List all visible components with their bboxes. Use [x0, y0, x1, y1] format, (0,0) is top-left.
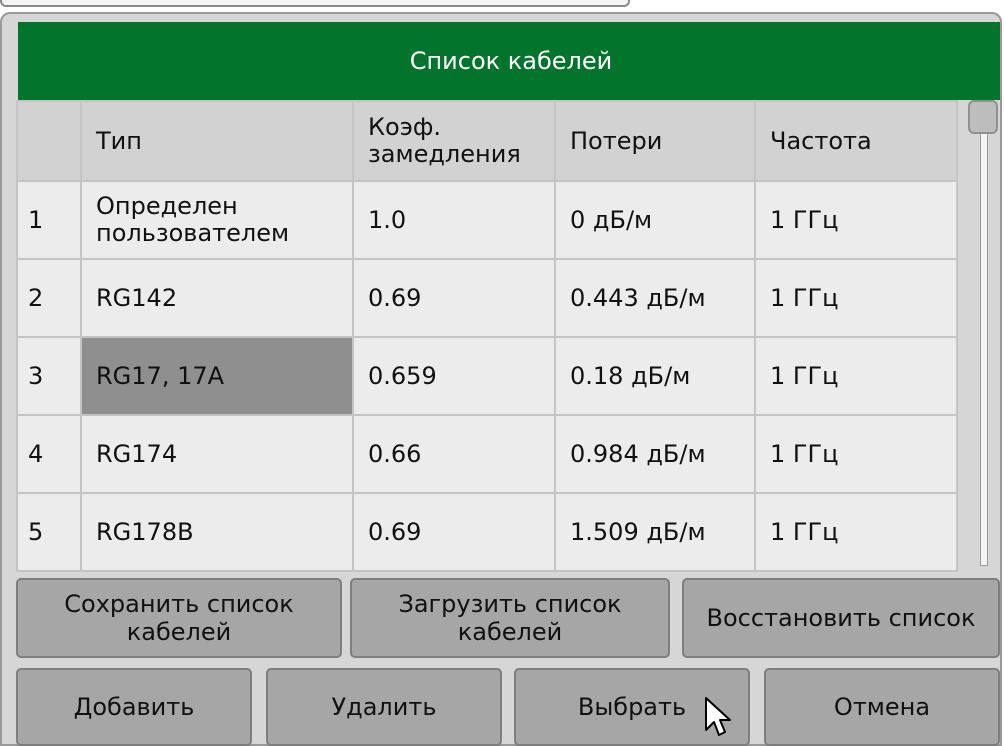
scrollbar-thumb[interactable]	[968, 100, 998, 134]
velocity-factor-cell[interactable]: 0.69	[352, 492, 556, 572]
velocity-factor-cell[interactable]: 0.659	[352, 336, 556, 416]
row-number: 1	[16, 180, 82, 260]
loss-cell[interactable]: 0.984 дБ/м	[554, 414, 756, 494]
frequency-cell[interactable]: 1 ГГц	[754, 258, 958, 338]
dialog-title: Список кабелей	[18, 22, 1000, 100]
cable-type-cell[interactable]: RG178B	[80, 492, 354, 572]
mouse-pointer-icon	[705, 697, 731, 736]
cancel-button[interactable]: Отмена	[764, 668, 1000, 746]
loss-cell[interactable]: 0.18 дБ/м	[554, 336, 756, 416]
header-type: Тип	[80, 100, 354, 182]
table-row[interactable]: 5 RG178B 0.69 1.509 дБ/м 1 ГГц	[16, 492, 958, 572]
restore-list-button[interactable]: Восстановить список	[682, 578, 1000, 658]
row-number: 2	[16, 258, 82, 338]
loss-cell[interactable]: 0 дБ/м	[554, 180, 756, 260]
scrollbar-track[interactable]	[980, 118, 988, 566]
table-row[interactable]: 4 RG174 0.66 0.984 дБ/м 1 ГГц	[16, 414, 958, 494]
frequency-cell[interactable]: 1 ГГц	[754, 414, 958, 494]
cable-type-cell[interactable]: RG174	[80, 414, 354, 494]
row-number: 3	[16, 336, 82, 416]
loss-cell[interactable]: 1.509 дБ/м	[554, 492, 756, 572]
table-row-selected[interactable]: 3 RG17, 17A 0.659 0.18 дБ/м 1 ГГц	[16, 336, 958, 416]
save-list-button[interactable]: Сохранить список кабелей	[16, 578, 342, 658]
header-velocity-factor: Коэф. замедления	[352, 100, 556, 182]
frequency-cell[interactable]: 1 ГГц	[754, 492, 958, 572]
row-number: 5	[16, 492, 82, 572]
delete-button[interactable]: Удалить	[266, 668, 502, 746]
header-loss: Потери	[554, 100, 756, 182]
cable-type-cell[interactable]: Определен пользователем	[80, 180, 354, 260]
vertical-scrollbar[interactable]	[968, 100, 1000, 570]
cable-type-cell[interactable]: RG142	[80, 258, 354, 338]
row-number: 4	[16, 414, 82, 494]
table-row[interactable]: 2 RG142 0.69 0.443 дБ/м 1 ГГц	[16, 258, 958, 338]
loss-cell[interactable]: 0.443 дБ/м	[554, 258, 756, 338]
partial-window-edge	[0, 0, 630, 7]
velocity-factor-cell[interactable]: 1.0	[352, 180, 556, 260]
table-header-row: Тип Коэф. замедления Потери Частота	[16, 100, 958, 182]
velocity-factor-cell[interactable]: 0.69	[352, 258, 556, 338]
cable-type-cell-selected[interactable]: RG17, 17A	[80, 336, 354, 416]
load-list-button[interactable]: Загрузить список кабелей	[350, 578, 670, 658]
add-button[interactable]: Добавить	[16, 668, 252, 746]
header-frequency: Частота	[754, 100, 958, 182]
frequency-cell[interactable]: 1 ГГц	[754, 336, 958, 416]
table-row[interactable]: 1 Определен пользователем 1.0 0 дБ/м 1 Г…	[16, 180, 958, 260]
cable-table: Тип Коэф. замедления Потери Частота 1 Оп…	[16, 100, 958, 572]
frequency-cell[interactable]: 1 ГГц	[754, 180, 958, 260]
velocity-factor-cell[interactable]: 0.66	[352, 414, 556, 494]
header-number	[16, 100, 82, 182]
